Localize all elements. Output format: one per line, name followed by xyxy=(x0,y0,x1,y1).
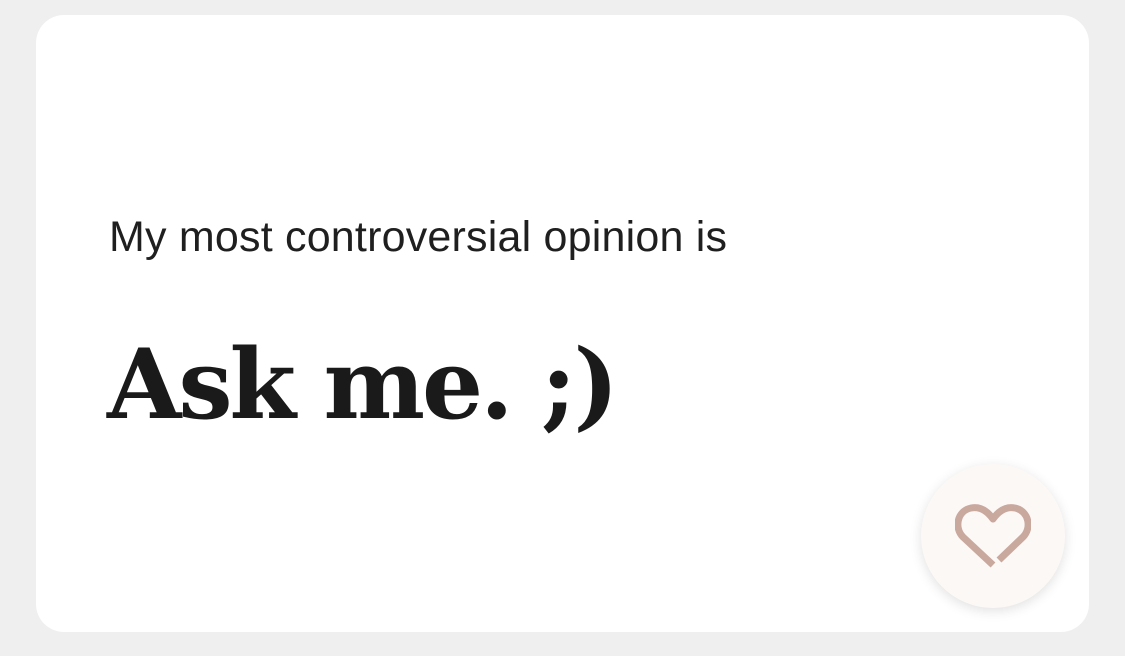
like-button[interactable] xyxy=(921,464,1065,608)
prompt-answer: Ask me. ;) xyxy=(107,328,619,441)
prompt-card: My most controversial opinion is Ask me.… xyxy=(36,15,1089,632)
heart-icon xyxy=(955,504,1031,568)
prompt-question: My most controversial opinion is xyxy=(109,213,728,261)
